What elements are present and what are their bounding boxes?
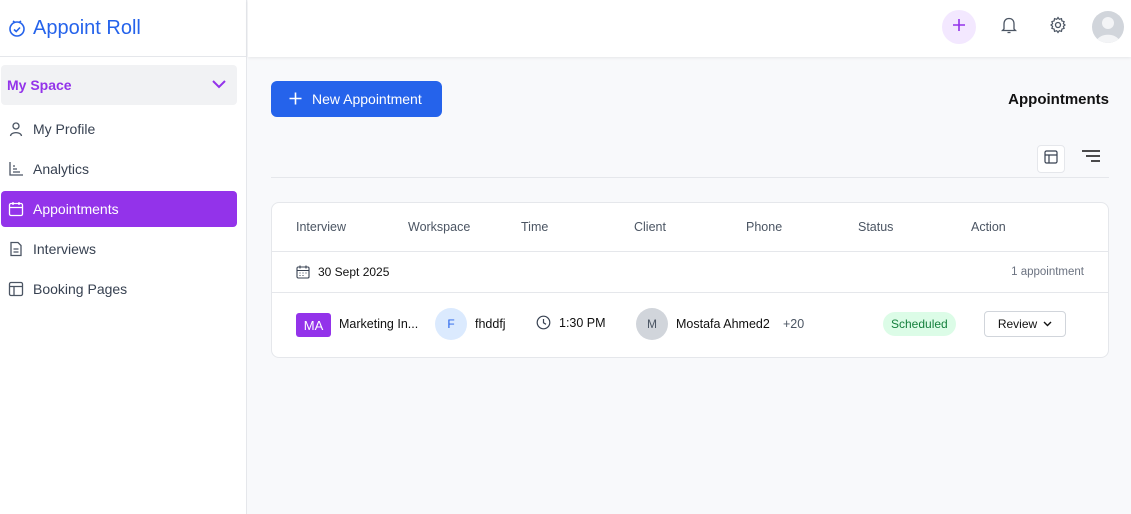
appointments-table: Interview Workspace Time Client Phone St… — [271, 202, 1109, 358]
table-header: Interview Workspace Time Client Phone St… — [272, 203, 1108, 252]
space-label: My Space — [7, 77, 72, 93]
chevron-down-icon — [1043, 321, 1052, 327]
interview-name[interactable]: Marketing In... — [339, 317, 418, 331]
review-label: Review — [997, 317, 1038, 331]
column-header-workspace: Workspace — [408, 220, 471, 234]
sidebar-item-appointments[interactable]: Appointments — [1, 191, 237, 227]
brand: Appoint Roll — [0, 0, 246, 57]
app-logo-icon — [7, 18, 27, 38]
column-header-phone: Phone — [746, 220, 783, 234]
new-appointment-button[interactable]: New Appointment — [271, 81, 442, 117]
top-header — [248, 0, 1131, 57]
app-title[interactable]: Appoint Roll — [33, 17, 141, 40]
plus-icon — [289, 89, 302, 109]
sidebar-nav: My Profile Analytics Appointments Interv… — [0, 111, 246, 307]
user-icon — [7, 120, 25, 138]
view-toggle-button[interactable] — [1037, 145, 1065, 173]
group-count: 1 appointment — [1011, 266, 1084, 278]
review-dropdown-button[interactable]: Review — [984, 311, 1066, 337]
date-group-row: 30 Sept 2025 1 appointment — [272, 252, 1108, 293]
appointment-time: 1:30 PM — [536, 315, 606, 330]
group-date-label: 30 Sept 2025 — [318, 265, 390, 279]
clock-icon — [536, 315, 551, 330]
time-label: 1:30 PM — [559, 315, 606, 330]
column-header-action: Action — [971, 220, 1006, 234]
sidebar-item-label: Appointments — [33, 201, 119, 217]
workspace-name: fhddfj — [475, 317, 506, 331]
phone-value: +20 — [783, 317, 805, 331]
column-header-client: Client — [634, 220, 666, 234]
chevron-down-icon — [211, 76, 227, 94]
sidebar-item-label: My Profile — [33, 121, 96, 137]
group-date: 30 Sept 2025 — [296, 265, 389, 279]
settings-button[interactable] — [1041, 10, 1075, 44]
interview-badge: MA — [296, 313, 331, 337]
sidebar-item-label: Booking Pages — [33, 281, 128, 297]
sidebar-item-label: Analytics — [33, 161, 90, 177]
client-avatar: M — [636, 308, 668, 340]
gear-icon — [1049, 15, 1067, 39]
notifications-button[interactable] — [992, 10, 1026, 44]
sidebar-item-my-profile[interactable]: My Profile — [1, 111, 237, 147]
new-appointment-label: New Appointment — [312, 91, 422, 107]
plus-icon — [952, 18, 966, 37]
document-icon — [7, 240, 25, 258]
bell-icon — [1000, 16, 1018, 39]
column-header-time: Time — [521, 220, 549, 234]
sidebar-item-label: Interviews — [33, 241, 97, 257]
layout-icon — [1044, 149, 1058, 169]
page-title: Appointments — [1008, 91, 1109, 108]
sidebar-item-interviews[interactable]: Interviews — [1, 231, 237, 267]
column-header-status: Status — [858, 220, 894, 234]
column-header-interview: Interview — [296, 220, 347, 234]
workspace-avatar: F — [435, 308, 467, 340]
user-avatar[interactable] — [1092, 11, 1124, 43]
sidebar: Appoint Roll My Space My Profile Analyti… — [0, 0, 247, 514]
space-selector[interactable]: My Space — [1, 65, 237, 105]
sidebar-item-analytics[interactable]: Analytics — [1, 151, 237, 187]
chart-icon — [7, 160, 25, 178]
sidebar-item-booking-pages[interactable]: Booking Pages — [1, 271, 237, 307]
divider — [271, 177, 1109, 178]
calendar-icon — [7, 200, 25, 218]
layout-icon — [7, 280, 25, 298]
filter-button[interactable] — [1080, 148, 1102, 168]
table-row[interactable]: MA Marketing In... F fhddfj 1:30 PM M Mo… — [272, 293, 1108, 356]
filter-lines-icon — [1081, 149, 1101, 168]
calendar-icon — [296, 265, 310, 279]
client-name: Mostafa Ahmed2 — [676, 317, 770, 331]
add-button[interactable] — [942, 10, 976, 44]
status-badge: Scheduled — [883, 312, 956, 336]
